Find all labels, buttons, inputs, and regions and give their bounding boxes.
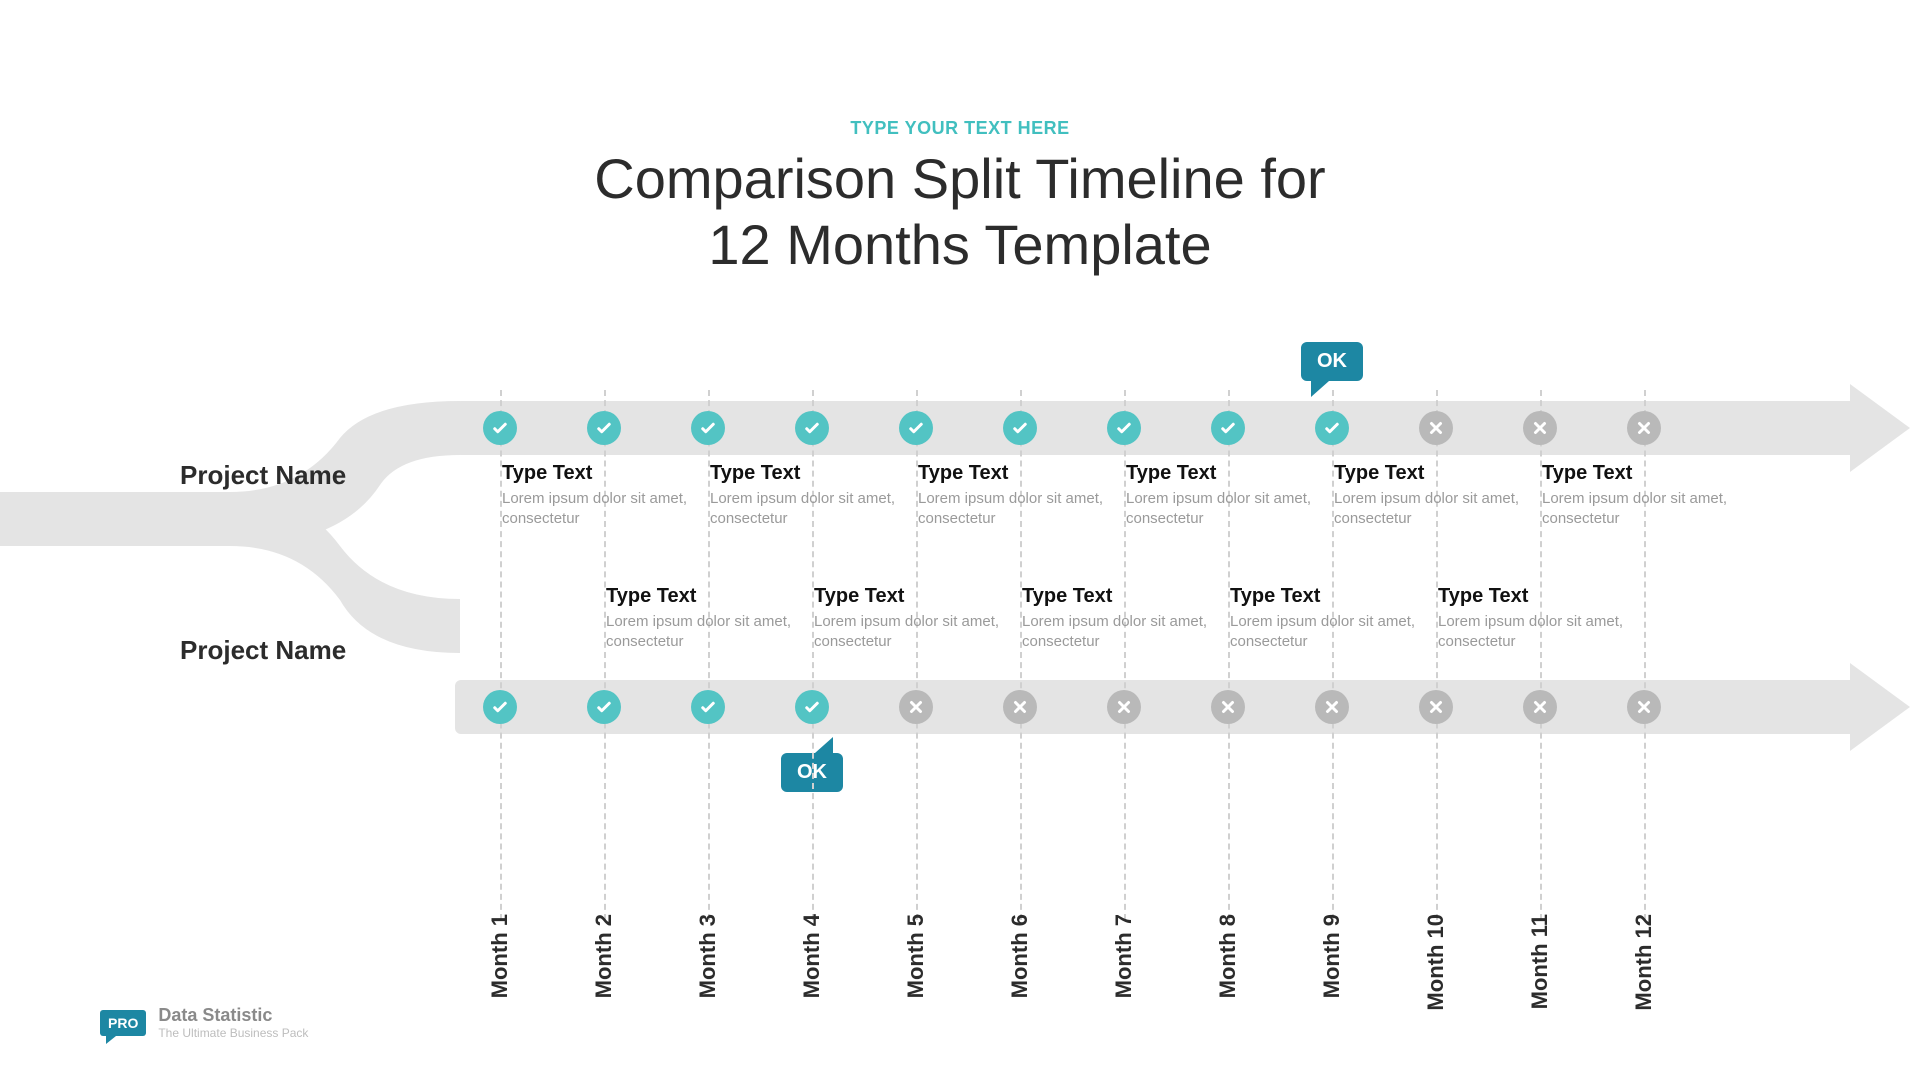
bottom-info-block: Type Text Lorem ipsum dolor sit amet, con…: [1230, 585, 1420, 653]
top-status-dot: [899, 411, 933, 445]
page-title: Comparison Split Timeline for 12 Months …: [0, 146, 1920, 278]
bottom-info-block: Type Text Lorem ipsum dolor sit amet, con…: [814, 585, 1004, 653]
info-heading: Type Text: [918, 462, 1108, 485]
info-body: Lorem ipsum dolor sit amet, consectetur: [1438, 612, 1628, 653]
month-label: Month 4: [799, 914, 825, 998]
split-arrow-shape: [0, 374, 460, 664]
info-body: Lorem ipsum dolor sit amet, consectetur: [1334, 489, 1524, 530]
bottom-status-dot: [1003, 690, 1037, 724]
callout-top: OK: [1301, 342, 1363, 381]
bottom-arrow-head-icon: [1850, 663, 1910, 751]
top-info-block: Type Text Lorem ipsum dolor sit amet, con…: [710, 462, 900, 530]
info-body: Lorem ipsum dolor sit amet, consectetur: [502, 489, 692, 530]
info-body: Lorem ipsum dolor sit amet, consectetur: [918, 489, 1108, 530]
top-status-dot: [1627, 411, 1661, 445]
top-status-dot: [1315, 411, 1349, 445]
top-info-block: Type Text Lorem ipsum dolor sit amet, con…: [1542, 462, 1732, 530]
month-label: Month 6: [1007, 914, 1033, 998]
top-status-dot: [691, 411, 725, 445]
bottom-status-dot: [587, 690, 621, 724]
month-label: Month 7: [1111, 914, 1137, 998]
month-label: Month 1: [487, 914, 513, 998]
top-status-dot: [1419, 411, 1453, 445]
bottom-info-block: Type Text Lorem ipsum dolor sit amet, con…: [606, 585, 796, 653]
title-line1: Comparison Split Timeline for: [594, 147, 1325, 210]
info-body: Lorem ipsum dolor sit amet, consectetur: [710, 489, 900, 530]
info-heading: Type Text: [1542, 462, 1732, 485]
bottom-status-dot: [483, 690, 517, 724]
timeline-chart: Project Name Project Name OK OK Month 1M…: [0, 300, 1920, 940]
bottom-info-block: Type Text Lorem ipsum dolor sit amet, con…: [1438, 585, 1628, 653]
info-heading: Type Text: [502, 462, 692, 485]
bottom-info-block: Type Text Lorem ipsum dolor sit amet, con…: [1022, 585, 1212, 653]
info-body: Lorem ipsum dolor sit amet, consectetur: [1542, 489, 1732, 530]
info-heading: Type Text: [1334, 462, 1524, 485]
callout-top-text: OK: [1317, 350, 1347, 372]
month-label: Month 11: [1527, 914, 1553, 1009]
top-info-block: Type Text Lorem ipsum dolor sit amet, con…: [1334, 462, 1524, 530]
bottom-status-dot: [1523, 690, 1557, 724]
top-status-dot: [1107, 411, 1141, 445]
top-status-dot: [1211, 411, 1245, 445]
title-line2: 12 Months Template: [708, 213, 1211, 276]
bottom-status-dot: [1107, 690, 1141, 724]
month-label: Month 9: [1319, 914, 1345, 998]
month-label: Month 5: [903, 914, 929, 998]
eyebrow: TYPE YOUR TEXT HERE: [0, 118, 1920, 139]
bottom-status-dot: [691, 690, 725, 724]
top-status-dot: [1003, 411, 1037, 445]
info-heading: Type Text: [1022, 585, 1212, 608]
top-arrow-head-icon: [1850, 384, 1910, 472]
project-label-bottom: Project Name: [180, 635, 346, 666]
top-status-dot: [1523, 411, 1557, 445]
info-body: Lorem ipsum dolor sit amet, consectetur: [814, 612, 1004, 653]
top-info-block: Type Text Lorem ipsum dolor sit amet, con…: [1126, 462, 1316, 530]
bottom-status-dot: [1211, 690, 1245, 724]
month-label: Month 2: [591, 914, 617, 998]
info-heading: Type Text: [710, 462, 900, 485]
info-body: Lorem ipsum dolor sit amet, consectetur: [606, 612, 796, 653]
bottom-status-dot: [1419, 690, 1453, 724]
month-label: Month 10: [1423, 914, 1449, 1011]
top-info-block: Type Text Lorem ipsum dolor sit amet, con…: [918, 462, 1108, 530]
footer-subtitle: The Ultimate Business Pack: [158, 1026, 308, 1040]
project-label-top: Project Name: [180, 460, 346, 491]
info-body: Lorem ipsum dolor sit amet, consectetur: [1126, 489, 1316, 530]
info-heading: Type Text: [1126, 462, 1316, 485]
footer-title: Data Statistic: [158, 1005, 308, 1026]
bottom-status-dot: [1315, 690, 1349, 724]
info-body: Lorem ipsum dolor sit amet, consectetur: [1230, 612, 1420, 653]
info-heading: Type Text: [1230, 585, 1420, 608]
info-heading: Type Text: [814, 585, 1004, 608]
bottom-status-dot: [1627, 690, 1661, 724]
footer: PRO Data Statistic The Ultimate Business…: [100, 1005, 308, 1040]
info-body: Lorem ipsum dolor sit amet, consectetur: [1022, 612, 1212, 653]
top-info-block: Type Text Lorem ipsum dolor sit amet, con…: [502, 462, 692, 530]
top-status-dot: [587, 411, 621, 445]
top-status-dot: [795, 411, 829, 445]
info-heading: Type Text: [606, 585, 796, 608]
info-heading: Type Text: [1438, 585, 1628, 608]
bottom-status-dot: [795, 690, 829, 724]
month-label: Month 8: [1215, 914, 1241, 998]
month-label: Month 3: [695, 914, 721, 998]
month-label: Month 12: [1631, 914, 1657, 1011]
bottom-status-dot: [899, 690, 933, 724]
top-status-dot: [483, 411, 517, 445]
footer-badge: PRO: [100, 1010, 146, 1036]
